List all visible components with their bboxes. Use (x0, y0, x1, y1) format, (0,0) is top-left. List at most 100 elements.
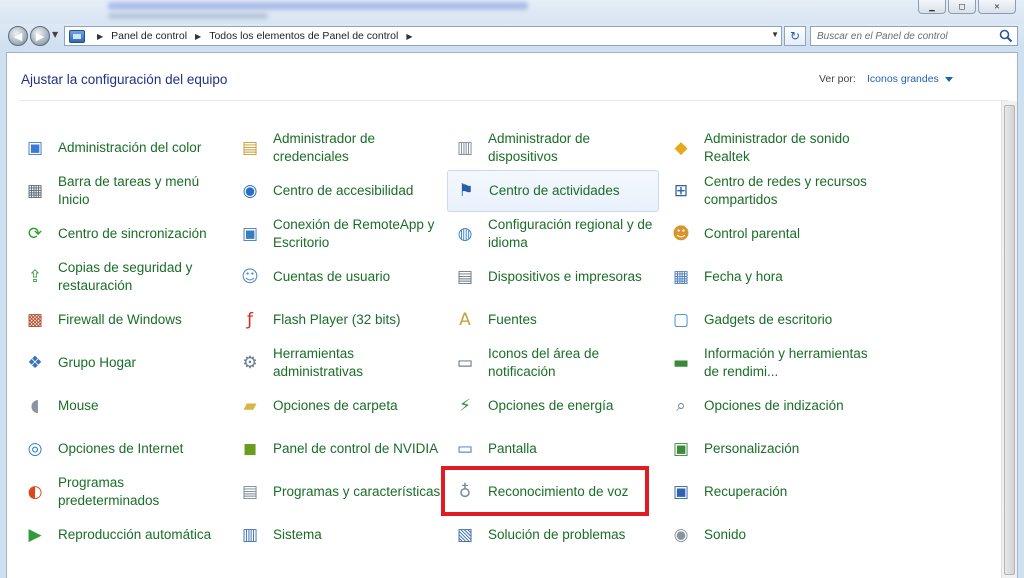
control-panel-item-label[interactable]: Pantalla (488, 440, 537, 458)
system-icon: ▥ (241, 524, 259, 545)
control-panel-item[interactable]: ◼ Panel de control de NVIDIA (232, 428, 444, 470)
control-panel-item-label[interactable]: Programas y características (273, 483, 440, 501)
control-panel-item[interactable]: ▦ Barra de tareas y menú Inicio (17, 170, 229, 212)
control-panel-item-label[interactable]: Cuentas de usuario (273, 268, 390, 286)
control-panel-item[interactable]: A Fuentes (447, 299, 659, 341)
breadcrumb-all-items[interactable]: Todos los elementos de Panel de control (209, 30, 398, 42)
control-panel-item[interactable]: ⚡ Opciones de energía (447, 385, 659, 427)
search-icon[interactable] (999, 29, 1013, 43)
control-panel-item[interactable]: ▣ Recuperación (663, 471, 875, 513)
control-panel-item[interactable]: ▣ Conexión de RemoteApp y Escritorio (232, 213, 444, 255)
address-bar[interactable]: ▶ Panel de control ▶ Todos los elementos… (64, 26, 782, 46)
chevron-right-icon[interactable]: ▶ (406, 32, 412, 41)
vertical-scrollbar[interactable] (1001, 101, 1017, 578)
forward-button[interactable]: ▶ (30, 26, 50, 46)
control-panel-item-label[interactable]: Administrador de credenciales (273, 130, 444, 166)
control-panel-item-label[interactable]: Centro de actividades (489, 182, 620, 200)
control-panel-item-label[interactable]: Sistema (273, 526, 322, 544)
control-panel-item-label[interactable]: Información y herramientas de rendimi... (704, 345, 875, 381)
control-panel-item-label[interactable]: Centro de accesibilidad (273, 182, 413, 200)
control-panel-item-label[interactable]: Administrador de dispositivos (488, 130, 659, 166)
control-panel-item-label[interactable]: Opciones de energía (488, 397, 613, 415)
view-by-dropdown[interactable]: Iconos grandes (867, 73, 953, 85)
control-panel-item[interactable]: ◍ Configuración regional y de idioma (447, 213, 659, 255)
control-panel-item-label[interactable]: Opciones de Internet (58, 440, 183, 458)
control-panel-item[interactable]: ▭ Iconos del área de notificación (447, 342, 659, 384)
control-panel-item-label[interactable]: Opciones de carpeta (273, 397, 398, 415)
maximize-button[interactable]: □ (948, 0, 976, 14)
control-panel-item-label[interactable]: Opciones de indización (704, 397, 844, 415)
control-panel-item-label[interactable]: Flash Player (32 bits) (273, 311, 401, 329)
breadcrumb-control-panel[interactable]: Panel de control (111, 30, 187, 42)
control-panel-item[interactable]: ▤ Administrador de credenciales (232, 127, 444, 169)
back-button[interactable]: ◀ (8, 26, 28, 46)
control-panel-item[interactable]: ☻ Control parental (663, 213, 875, 255)
control-panel-item[interactable]: ▬ Información y herramientas de rendimi..… (663, 342, 875, 384)
control-panel-item-label[interactable]: Fecha y hora (704, 268, 783, 286)
control-panel-item-label[interactable]: Grupo Hogar (58, 354, 136, 372)
close-button[interactable]: ✕ (978, 0, 1016, 14)
address-dropdown-icon[interactable]: ▼ (771, 30, 779, 39)
refresh-button[interactable]: ↻ (784, 26, 806, 46)
control-panel-item[interactable]: ⚑ Centro de actividades (447, 170, 659, 212)
control-panel-item[interactable]: ⟳ Centro de sincronización (17, 213, 229, 255)
view-by-value[interactable]: Iconos grandes (867, 73, 939, 85)
control-panel-item[interactable]: ▰ Opciones de carpeta (232, 385, 444, 427)
control-panel-item-label[interactable]: Firewall de Windows (58, 311, 182, 329)
scrollbar-thumb[interactable] (1004, 105, 1015, 575)
control-panel-item[interactable]: ◉ Centro de accesibilidad (232, 170, 444, 212)
control-panel-item[interactable]: ◖ Mouse (17, 385, 229, 427)
control-panel-item-label[interactable]: Gadgets de escritorio (704, 311, 832, 329)
control-panel-item[interactable]: ▣ Administración del color (17, 127, 229, 169)
control-panel-item-label[interactable]: Administración del color (58, 139, 201, 157)
control-panel-item[interactable]: ▥ Sistema (232, 514, 444, 556)
control-panel-item-label[interactable]: Iconos del área de notificación (488, 345, 659, 381)
control-panel-item-label[interactable]: Control parental (704, 225, 800, 243)
control-panel-item-label[interactable]: Centro de redes y recursos compartidos (704, 173, 875, 209)
control-panel-item-label[interactable]: Solución de problemas (488, 526, 625, 544)
control-panel-item-label[interactable]: Barra de tareas y menú Inicio (58, 173, 229, 209)
control-panel-item[interactable]: ◐ Programas predeterminados (17, 471, 229, 513)
control-panel-item-label[interactable]: Copias de seguridad y restauración (58, 259, 229, 295)
control-panel-item-label[interactable]: Conexión de RemoteApp y Escritorio (273, 216, 444, 252)
control-panel-item[interactable]: ☺ Cuentas de usuario (232, 256, 444, 298)
control-panel-item-label[interactable]: Reproducción automática (58, 526, 211, 544)
control-panel-item[interactable]: ▦ Fecha y hora (663, 256, 875, 298)
control-panel-item-label[interactable]: Herramientas administrativas (273, 345, 444, 381)
control-panel-item[interactable]: ⊞ Centro de redes y recursos compartidos (663, 170, 875, 212)
control-panel-item[interactable]: ▣ Personalización (663, 428, 875, 470)
chevron-right-icon[interactable]: ▶ (195, 32, 201, 41)
control-panel-item-label[interactable]: Mouse (58, 397, 99, 415)
control-panel-item-label[interactable]: Centro de sincronización (58, 225, 207, 243)
control-panel-item[interactable]: ▢ Gadgets de escritorio (663, 299, 875, 341)
control-panel-item[interactable]: ▤ Dispositivos e impresoras (447, 256, 659, 298)
search-input[interactable]: Buscar en el Panel de control (810, 26, 1018, 46)
control-panel-item-label[interactable]: Recuperación (704, 483, 787, 501)
control-panel-item[interactable]: ⚙ Herramientas administrativas (232, 342, 444, 384)
chevron-right-icon[interactable]: ▶ (97, 32, 103, 41)
control-panel-item-label[interactable]: Dispositivos e impresoras (488, 268, 642, 286)
control-panel-item[interactable]: ▤ Programas y características (232, 471, 444, 513)
control-panel-item[interactable]: ◉ Sonido (663, 514, 875, 556)
control-panel-item[interactable]: ◎ Opciones de Internet (17, 428, 229, 470)
control-panel-item-label[interactable]: Programas predeterminados (58, 474, 229, 510)
control-panel-item[interactable]: ❖ Grupo Hogar (17, 342, 229, 384)
control-panel-item[interactable]: ▶ Reproducción automática (17, 514, 229, 556)
control-panel-item[interactable]: ⇪ Copias de seguridad y restauración (17, 256, 229, 298)
control-panel-item[interactable]: ƒ Flash Player (32 bits) (232, 299, 444, 341)
control-panel-item[interactable]: ⌕ Opciones de indización (663, 385, 875, 427)
control-panel-item-label[interactable]: Administrador de sonido Realtek (704, 130, 875, 166)
minimize-button[interactable]: ▁ (918, 0, 946, 14)
recent-pages-dropdown[interactable]: ▼ (52, 30, 58, 39)
control-panel-item[interactable]: ▧ Solución de problemas (447, 514, 659, 556)
control-panel-item[interactable]: ▭ Pantalla (447, 428, 659, 470)
control-panel-item[interactable]: ▥ Administrador de dispositivos (447, 127, 659, 169)
control-panel-item-label[interactable]: Configuración regional y de idioma (488, 216, 659, 252)
caret-down-icon[interactable] (944, 76, 953, 82)
control-panel-item-label[interactable]: Fuentes (488, 311, 537, 329)
control-panel-item[interactable]: ▩ Firewall de Windows (17, 299, 229, 341)
control-panel-item-label[interactable]: Sonido (704, 526, 746, 544)
control-panel-item-label[interactable]: Personalización (704, 440, 799, 458)
control-panel-item[interactable]: ◆ Administrador de sonido Realtek (663, 127, 875, 169)
control-panel-item-label[interactable]: Panel de control de NVIDIA (273, 440, 438, 458)
